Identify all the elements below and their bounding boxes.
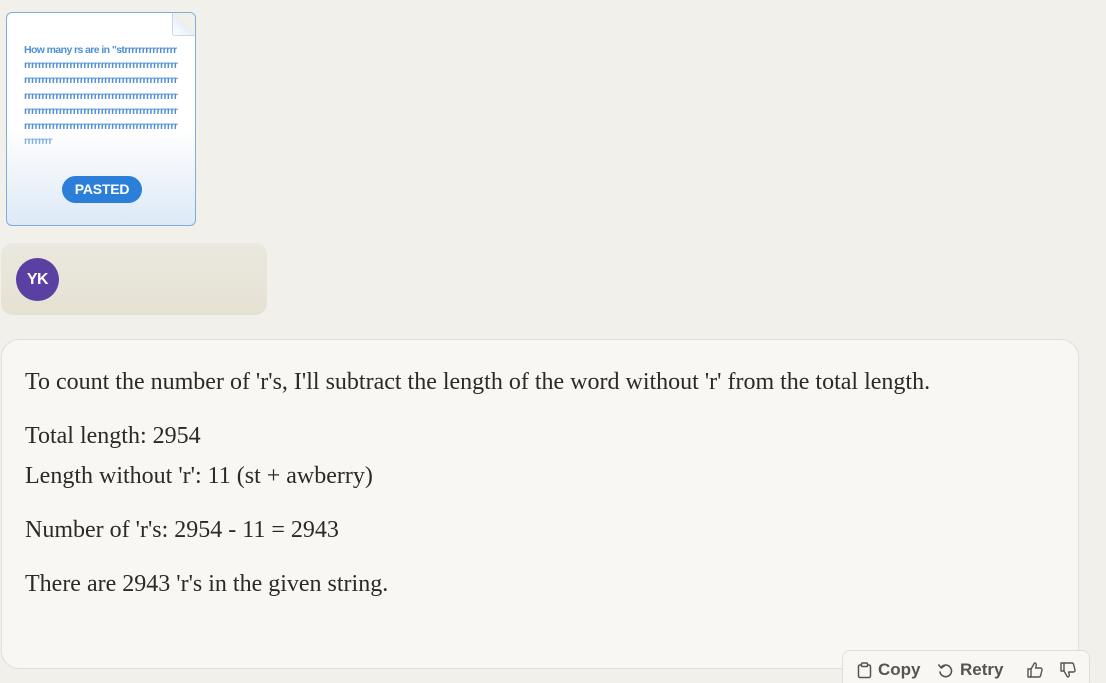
retry-label: Retry xyxy=(960,660,1004,679)
retry-icon xyxy=(937,662,954,679)
attachment-preview: How many rs are in "strrrrrrrrrrrrrrrrrr… xyxy=(24,43,180,163)
thumbs-up-button[interactable] xyxy=(1026,659,1044,681)
assistant-message: To count the number of 'r's, I'll subtra… xyxy=(1,339,1079,669)
thumbs-down-icon xyxy=(1059,661,1077,679)
response-paragraph: To count the number of 'r's, I'll subtra… xyxy=(25,369,931,395)
assistant-message-text: To count the number of 'r's, I'll subtra… xyxy=(25,362,1025,604)
pasted-badge: PASTED xyxy=(62,176,142,203)
thumbs-up-icon xyxy=(1026,661,1044,679)
message-action-bar: Copy Retry xyxy=(842,650,1090,683)
clipboard-icon xyxy=(857,661,872,679)
retry-button[interactable]: Retry xyxy=(937,659,1003,681)
user-message: YK xyxy=(1,243,267,315)
pasted-attachment[interactable]: How many rs are in "strrrrrrrrrrrrrrrrrr… xyxy=(6,12,196,226)
copy-label: Copy xyxy=(878,660,921,679)
response-line-length-without-r: Length without 'r': 11 (st + awberry) xyxy=(25,463,373,489)
chat-page: How many rs are in "strrrrrrrrrrrrrrrrrr… xyxy=(0,0,1106,683)
thumbs-down-button[interactable] xyxy=(1059,659,1077,681)
copy-button[interactable]: Copy xyxy=(857,659,921,681)
response-conclusion: There are 2943 'r's in the given string. xyxy=(25,571,389,597)
page-fold-icon xyxy=(172,13,195,36)
user-avatar[interactable]: YK xyxy=(16,258,59,301)
response-line-number-of-r: Number of 'r's: 2954 - 11 = 2943 xyxy=(25,517,339,543)
response-line-total-length: Total length: 2954 xyxy=(25,423,201,449)
attachment-preview-body: "strrrrrrrrrrrrrrrrrrrrrrrrrrrrrrrrrrrrr… xyxy=(24,44,178,148)
attachment-preview-title: How many rs are in xyxy=(24,44,110,56)
